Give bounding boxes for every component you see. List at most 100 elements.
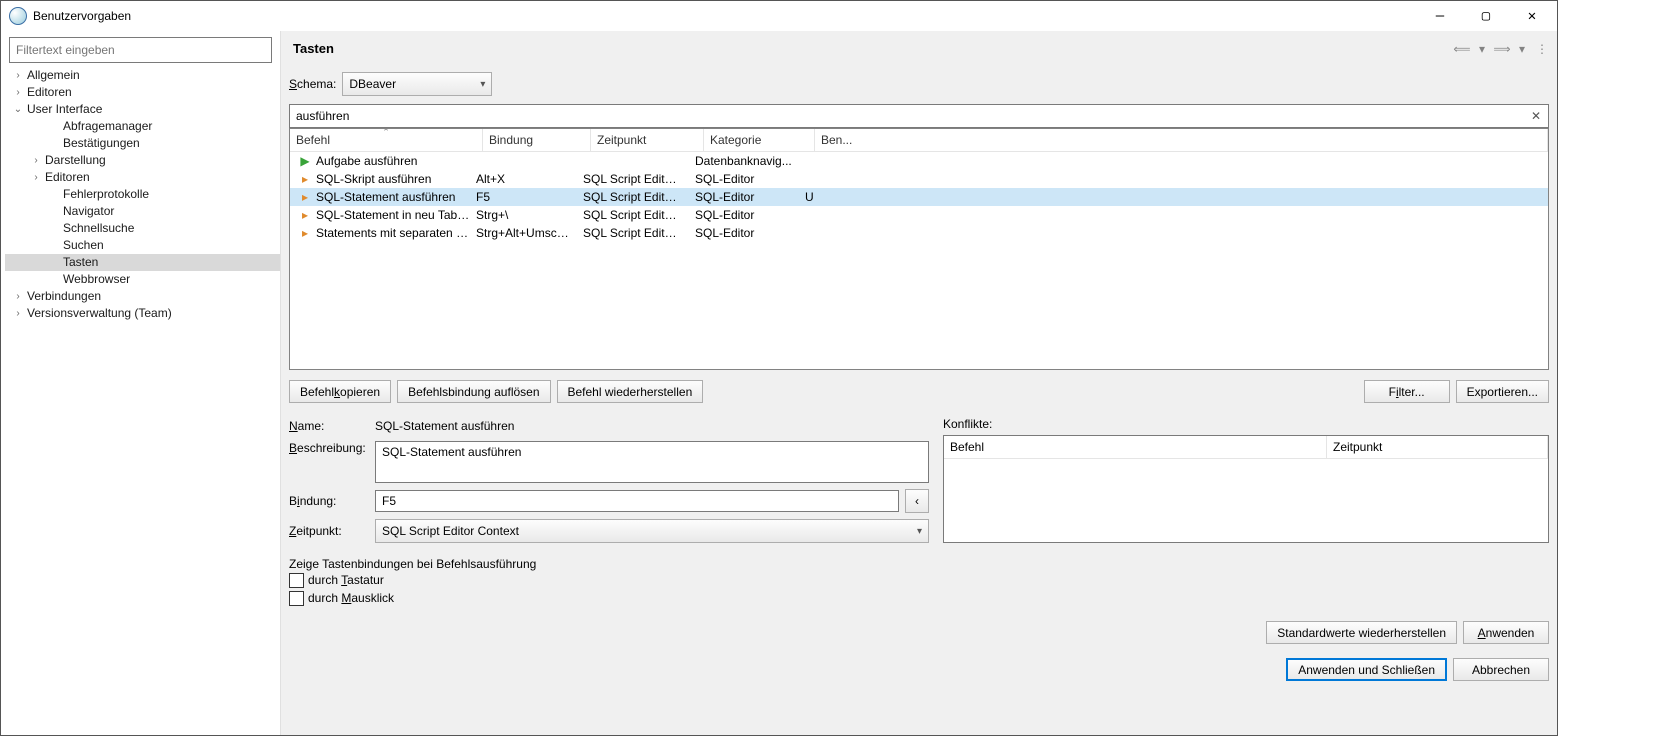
- tree-item[interactable]: Webbrowser: [5, 271, 280, 288]
- tree-item-label: Navigator: [63, 203, 114, 220]
- main-panel: Tasten ⟸ ▾ ⟹ ▾ ⋮ Schema: DBeaver ✕: [281, 31, 1557, 735]
- chevron-right-icon[interactable]: ›: [29, 169, 43, 186]
- tree-item[interactable]: Navigator: [5, 203, 280, 220]
- close-button[interactable]: ✕: [1509, 1, 1555, 31]
- conflicts-col-when[interactable]: Zeitpunkt: [1327, 436, 1548, 458]
- tree-item[interactable]: Suchen: [5, 237, 280, 254]
- chevron-right-icon[interactable]: ›: [11, 84, 25, 101]
- tree-filter-input[interactable]: [9, 37, 272, 63]
- tree-item-label: Webbrowser: [63, 271, 130, 288]
- tree-item[interactable]: ›Verbindungen: [5, 288, 280, 305]
- scheme-value: DBeaver: [349, 77, 396, 91]
- apply-button[interactable]: Anwenden: [1463, 621, 1549, 644]
- clear-search-icon[interactable]: ✕: [1527, 107, 1545, 125]
- preferences-window: Benutzervorgaben — ▢ ✕ ›Allgemein›Editor…: [0, 0, 1558, 736]
- cell-command: SQL-Statement in neu Tab aus: [316, 208, 470, 222]
- tree-item-label: Abfragemanager: [63, 118, 152, 135]
- chevron-right-icon[interactable]: ›: [11, 305, 25, 322]
- dialog-body: ›Allgemein›Editoren⌄User InterfaceAbfrag…: [1, 31, 1557, 735]
- tree-item[interactable]: ›Versionsverwaltung (Team): [5, 305, 280, 322]
- col-user[interactable]: Ben...: [815, 129, 1548, 151]
- preferences-tree[interactable]: ›Allgemein›Editoren⌄User InterfaceAbfrag…: [1, 67, 280, 322]
- tree-item[interactable]: Bestätigungen: [5, 135, 280, 152]
- copy-command-button[interactable]: Befehl kopieren: [289, 380, 391, 403]
- cell-command: SQL-Statement ausführen: [316, 190, 455, 204]
- scheme-combo[interactable]: DBeaver: [342, 72, 492, 96]
- tree-item[interactable]: ›Editoren: [5, 84, 280, 101]
- play-icon: ▶: [298, 154, 312, 168]
- table-header: Befehl Bindung Zeitpunkt Kategorie Ben..…: [290, 129, 1548, 152]
- tree-item[interactable]: ›Darstellung: [5, 152, 280, 169]
- forward-icon[interactable]: ⟹: [1495, 42, 1509, 56]
- through-keyboard-label: durch Tastatur: [308, 573, 384, 587]
- checkbox-icon[interactable]: [289, 573, 304, 588]
- col-command[interactable]: Befehl: [290, 129, 483, 151]
- table-row[interactable]: ▸SQL-Skript ausführenAlt+XSQL Script Edi…: [290, 170, 1548, 188]
- command-search-input[interactable]: [289, 104, 1549, 128]
- dialog-footer: Anwenden und Schließen Abbrechen: [281, 644, 1557, 691]
- tree-item[interactable]: Tasten: [5, 254, 280, 271]
- tree-item-label: Tasten: [63, 254, 98, 271]
- unbind-button[interactable]: Befehlsbindung auflösen: [397, 380, 550, 403]
- cell-category: Datenbanknavig...: [689, 154, 799, 168]
- header-toolbar: ⟸ ▾ ⟹ ▾ ⋮: [1455, 42, 1551, 56]
- through-mouse-label: durch Mausklick: [308, 591, 394, 605]
- forward-dd-icon[interactable]: ▾: [1515, 42, 1529, 56]
- cell-category: SQL-Editor: [689, 226, 799, 240]
- back-icon[interactable]: ⟸: [1455, 42, 1469, 56]
- table-row[interactable]: ▸SQL-Statement ausführenF5SQL Script Edi…: [290, 188, 1548, 206]
- binding-input[interactable]: [375, 490, 899, 512]
- conflicts-label: Konflikte:: [943, 417, 1549, 431]
- restore-defaults-button[interactable]: Standardwerte wiederherstellen: [1266, 621, 1457, 644]
- tree-item[interactable]: ›Allgemein: [5, 67, 280, 84]
- col-category[interactable]: Kategorie: [704, 129, 815, 151]
- window-title: Benutzervorgaben: [33, 9, 1417, 23]
- page-title: Tasten: [287, 41, 1455, 56]
- table-row[interactable]: ▸Statements mit separaten ErgStrg+Alt+Um…: [290, 224, 1548, 242]
- binding-label: Bindung:: [289, 494, 369, 508]
- tree-item[interactable]: ⌄User Interface: [5, 101, 280, 118]
- export-button[interactable]: Exportieren...: [1456, 380, 1549, 403]
- tree-item-label: Bestätigungen: [63, 135, 140, 152]
- tree-item-label: User Interface: [27, 101, 102, 118]
- chevron-right-icon[interactable]: ›: [11, 67, 25, 84]
- filters-button[interactable]: Filter...: [1364, 380, 1450, 403]
- cell-binding: F5: [470, 190, 577, 204]
- col-when[interactable]: Zeitpunkt: [591, 129, 704, 151]
- tree-item-label: Fehlerprotokolle: [63, 186, 149, 203]
- binding-aux-button[interactable]: ‹: [905, 489, 929, 513]
- table-button-row: Befehl kopieren Befehlsbindung auflösen …: [289, 380, 1549, 403]
- back-dd-icon[interactable]: ▾: [1475, 42, 1489, 56]
- chevron-right-icon[interactable]: ›: [29, 152, 43, 169]
- conflicts-col-command[interactable]: Befehl: [944, 436, 1327, 458]
- name-label: Name:: [289, 419, 369, 433]
- through-mouse-row[interactable]: durch Mausklick: [289, 589, 1549, 607]
- tree-item[interactable]: Abfragemanager: [5, 118, 280, 135]
- tree-item[interactable]: Fehlerprotokolle: [5, 186, 280, 203]
- page-header: Tasten ⟸ ▾ ⟹ ▾ ⋮: [281, 31, 1557, 66]
- show-bindings-group: Zeige Tastenbindungen bei Befehlsausführ…: [289, 557, 1549, 607]
- cell-command: SQL-Skript ausführen: [316, 172, 431, 186]
- tree-item[interactable]: Schnellsuche: [5, 220, 280, 237]
- apply-close-button[interactable]: Anwenden und Schließen: [1286, 658, 1447, 681]
- keybindings-table: Befehl Bindung Zeitpunkt Kategorie Ben..…: [289, 128, 1549, 370]
- cell-when: SQL Script Editor...: [577, 226, 689, 240]
- menu-icon[interactable]: ⋮: [1535, 42, 1549, 56]
- col-binding[interactable]: Bindung: [483, 129, 591, 151]
- minimize-button[interactable]: —: [1417, 1, 1463, 31]
- chevron-right-icon[interactable]: ›: [11, 288, 25, 305]
- table-row[interactable]: ▶Aufgabe ausführenDatenbanknavig...: [290, 152, 1548, 170]
- maximize-button[interactable]: ▢: [1463, 1, 1509, 31]
- cancel-button[interactable]: Abbrechen: [1453, 658, 1549, 681]
- restore-command-button[interactable]: Befehl wiederherstellen: [557, 380, 704, 403]
- description-text: SQL-Statement ausführen: [375, 441, 929, 483]
- details-form: Name: SQL-Statement ausführen Beschreibu…: [289, 417, 929, 543]
- table-row[interactable]: ▸SQL-Statement in neu Tab ausStrg+\SQL S…: [290, 206, 1548, 224]
- through-keyboard-row[interactable]: durch Tastatur: [289, 571, 1549, 589]
- cell-when: SQL Script Editor...: [577, 208, 689, 222]
- checkbox-icon[interactable]: [289, 591, 304, 606]
- chevron-down-icon[interactable]: ⌄: [11, 101, 25, 118]
- when-combo[interactable]: SQL Script Editor Context: [375, 519, 929, 543]
- tree-item[interactable]: ›Editoren: [5, 169, 280, 186]
- table-body[interactable]: ▶Aufgabe ausführenDatenbanknavig...▸SQL-…: [290, 152, 1548, 369]
